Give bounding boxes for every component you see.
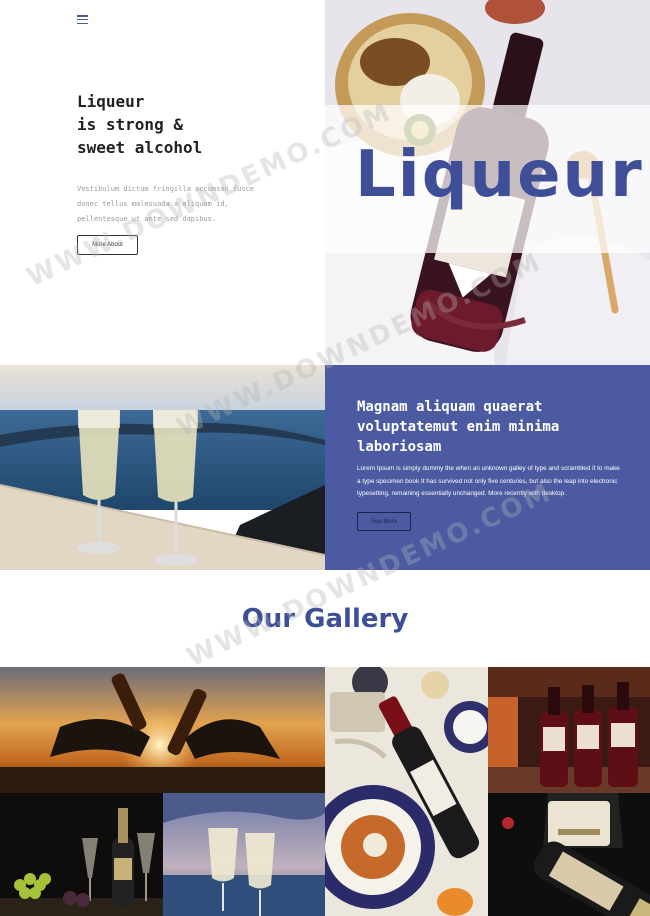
see-more-button[interactable]: See More bbox=[357, 512, 411, 531]
feature-title: Magnam aliquam quaerat voluptatemut enim… bbox=[357, 399, 560, 455]
gallery-tile-champagne-grapes[interactable] bbox=[0, 793, 163, 916]
liqueur-overlay-title: Liqueur bbox=[355, 138, 644, 212]
gallery-tile-bottle-shelf[interactable] bbox=[488, 667, 650, 793]
hamburger-menu-icon[interactable] bbox=[77, 15, 88, 25]
gallery-heading: Our Gallery bbox=[241, 604, 409, 634]
gallery-tile-dinner-table[interactable] bbox=[325, 667, 488, 916]
hero-image: Liqueur bbox=[325, 0, 650, 365]
champagne-glasses-photo bbox=[0, 365, 325, 570]
gallery-tile-moet-bottle[interactable] bbox=[488, 793, 650, 916]
hero-description: Vestibulum dictum fringilla accumsan fus… bbox=[77, 185, 255, 223]
more-about-button[interactable]: More About bbox=[77, 235, 138, 255]
gallery-tile-sunset-toast[interactable] bbox=[0, 667, 325, 793]
hero-title: Liqueur is strong & sweet alcohol bbox=[77, 92, 203, 157]
hero-intro: Liqueur is strong & sweet alcohol Vestib… bbox=[0, 0, 325, 365]
feature-description: Lorem Ipsum is simply dummy the when an … bbox=[357, 465, 620, 497]
feature-panel: Magnam aliquam quaerat voluptatemut enim… bbox=[325, 365, 650, 570]
gallery-tile-sunset-glasses[interactable] bbox=[163, 793, 325, 916]
